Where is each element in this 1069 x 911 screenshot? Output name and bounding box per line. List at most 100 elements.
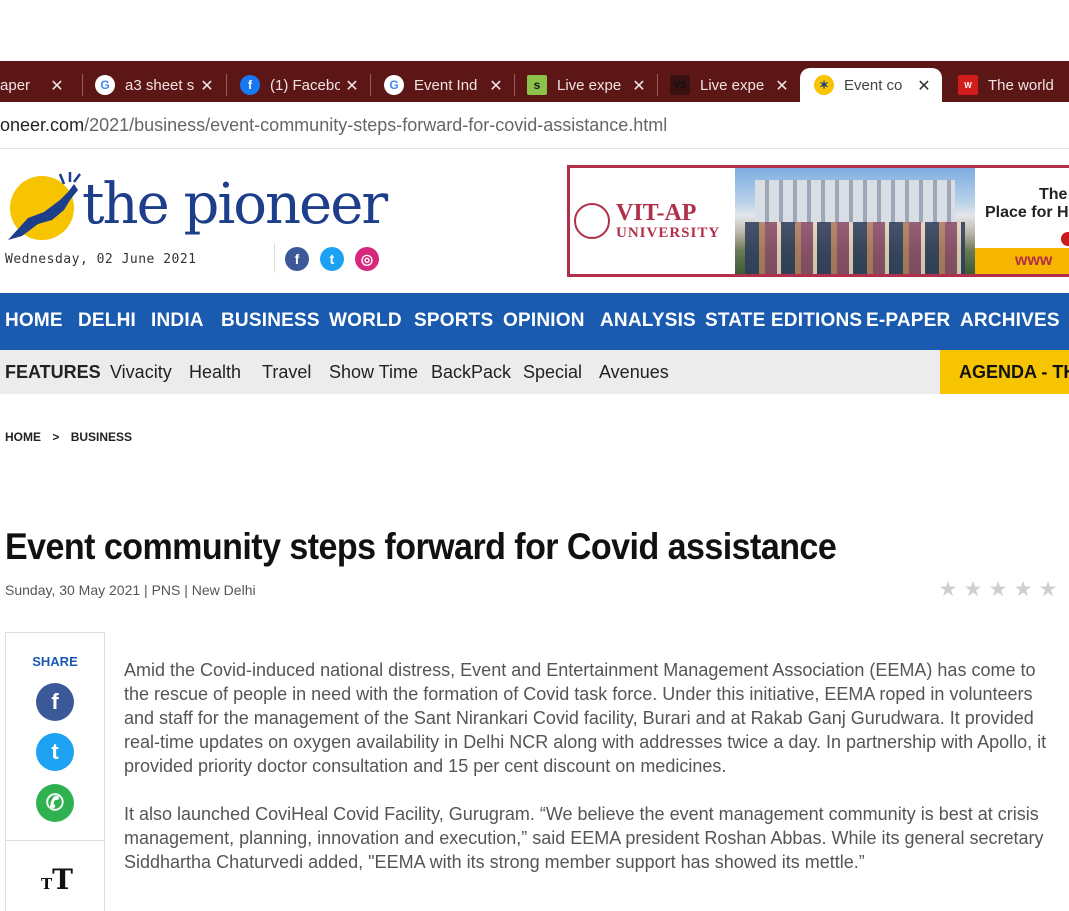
article-paragraph: Amid the Covid-induced national distress…	[124, 660, 1047, 776]
url-text[interactable]: pioneer.com/2021/business/event-communit…	[0, 115, 667, 136]
browser-tab[interactable]: W The world	[958, 68, 1069, 102]
browser-tab[interactable]: Paper Size ✕	[0, 68, 75, 102]
star-icon[interactable]: ★	[963, 579, 983, 600]
nav-analysis[interactable]: ANALYSIS	[600, 310, 696, 332]
tab-separator	[514, 74, 515, 96]
google-icon: G	[384, 75, 404, 95]
facebook-icon[interactable]: f	[285, 247, 309, 271]
text-size-button[interactable]: TT	[41, 863, 73, 896]
star-icon[interactable]: ★	[938, 579, 958, 600]
ad-tagline-line1: The	[1039, 186, 1068, 203]
share-panel: SHARE f t ✆ TT	[5, 632, 105, 911]
tab-separator	[226, 74, 227, 96]
browser-tab-active[interactable]: ✶ Event co ✕	[800, 68, 942, 102]
browser-tab[interactable]: G Event Ind ✕	[384, 68, 514, 102]
current-date: Wednesday, 02 June 2021	[5, 252, 197, 267]
close-icon[interactable]: ✕	[49, 76, 65, 96]
tab-separator	[370, 74, 371, 96]
star-icon[interactable]: ★	[1038, 579, 1058, 600]
google-icon: G	[95, 75, 115, 95]
share-label: SHARE	[32, 654, 78, 669]
subnav-travel[interactable]: Travel	[262, 362, 311, 383]
twitter-icon[interactable]: t	[320, 247, 344, 271]
advertisement-banner[interactable]: VIT-AP UNIVERSITY The Place for H www	[567, 165, 1069, 277]
deer-icon	[8, 172, 81, 240]
ad-photo-students	[745, 222, 965, 274]
subnav-show-time[interactable]: Show Time	[329, 362, 418, 383]
text-size-big-icon: T	[52, 863, 74, 896]
subnav-avenues[interactable]: Avenues	[599, 362, 669, 383]
s-logo-icon: s	[527, 75, 547, 95]
share-whatsapp-icon[interactable]: ✆	[36, 784, 74, 822]
browser-tab[interactable]: f (1) Facebo ✕	[240, 68, 370, 102]
university-seal-icon	[574, 203, 610, 239]
ad-photo	[735, 168, 975, 274]
nav-state-editions[interactable]: STATE EDITIONS	[705, 310, 862, 332]
breadcrumb: HOME > BUSINESS	[5, 430, 140, 444]
subnav-special[interactable]: Special	[523, 362, 582, 383]
subnav-vivacity[interactable]: Vivacity	[110, 362, 172, 383]
divider	[274, 243, 275, 273]
share-twitter-icon[interactable]: t	[36, 733, 74, 771]
browser-tab[interactable]: G a3 sheet s ✕	[95, 68, 225, 102]
breadcrumb-home[interactable]: HOME	[5, 430, 41, 444]
tab-title: a3 sheet s	[125, 76, 195, 94]
star-icon[interactable]: ★	[1013, 579, 1033, 600]
browser-tab[interactable]: s Live expe ✕	[527, 68, 657, 102]
close-icon[interactable]: ✕	[631, 76, 647, 96]
tab-title: Event co	[844, 76, 903, 94]
url-path: /2021/business/event-community-steps-for…	[84, 115, 668, 135]
agenda-label: AGENDA - THE	[959, 362, 1069, 382]
tab-title: Live expe	[557, 76, 622, 94]
article-headline: Event community steps forward for Covid …	[5, 526, 837, 567]
text-size-small-icon: T	[41, 875, 53, 893]
close-icon[interactable]: ✕	[916, 76, 932, 96]
address-bar[interactable]: pioneer.com/2021/business/event-communit…	[0, 102, 1069, 149]
url-host: pioneer.com	[0, 115, 85, 135]
article-byline: Sunday, 30 May 2021 | PNS | New Delhi	[5, 582, 256, 598]
nav-delhi[interactable]: DELHI	[78, 310, 136, 332]
nav-home[interactable]: HOME	[5, 310, 63, 332]
ad-brand-line2: UNIVERSITY	[616, 225, 721, 241]
star-rating[interactable]: ★ ★ ★ ★ ★	[938, 579, 1058, 600]
agenda-banner[interactable]: AGENDA - THE	[940, 350, 1069, 394]
nav-opinion[interactable]: OPINION	[503, 310, 585, 332]
nav-world[interactable]: WORLD	[329, 310, 402, 332]
star-icon[interactable]: ★	[988, 579, 1008, 600]
site-logo[interactable]: the pioneer	[4, 170, 388, 250]
ad-brand-line1: VIT-AP	[616, 200, 697, 226]
browser-tab[interactable]: VS Live expe ✕	[670, 68, 800, 102]
the-week-icon: W	[958, 75, 978, 95]
tab-title: Event Ind	[414, 76, 478, 94]
logo-wordmark: the pioneer	[82, 172, 388, 237]
breadcrumb-business[interactable]: BUSINESS	[71, 430, 132, 444]
article-body: Amid the Covid-induced national distress…	[124, 658, 1064, 898]
tab-separator	[657, 74, 658, 96]
nav-india[interactable]: INDIA	[151, 310, 204, 332]
subnav-backpack[interactable]: BackPack	[431, 362, 511, 383]
vs-logo-icon: VS	[670, 75, 690, 95]
share-facebook-icon[interactable]: f	[36, 683, 74, 721]
close-icon[interactable]: ✕	[774, 76, 790, 96]
ad-arrow-icon	[1061, 232, 1069, 246]
close-icon[interactable]: ✕	[199, 76, 215, 96]
nav-sports[interactable]: SPORTS	[414, 310, 493, 332]
ad-tagline-block: The Place for H www	[975, 168, 1069, 274]
ad-photo-building	[755, 180, 955, 224]
close-icon[interactable]: ✕	[344, 76, 360, 96]
nav-archives[interactable]: ARCHIVES	[960, 310, 1060, 332]
sub-nav: FEATURES Vivacity Health Travel Show Tim…	[0, 350, 1069, 394]
tab-title: Live expe	[700, 76, 765, 94]
subnav-features[interactable]: FEATURES	[5, 362, 101, 383]
instagram-icon[interactable]: ◎	[355, 247, 379, 271]
tab-title: Paper Size	[0, 76, 30, 94]
ad-url-bar: www	[975, 248, 1069, 274]
article-paragraph: It also launched CoviHeal Covid Facility…	[124, 804, 1044, 872]
ad-url: www	[1015, 252, 1053, 269]
facebook-icon: f	[240, 75, 260, 95]
tab-title: (1) Facebo	[270, 76, 340, 94]
close-icon[interactable]: ✕	[488, 76, 504, 96]
nav-business[interactable]: BUSINESS	[221, 310, 320, 332]
subnav-health[interactable]: Health	[189, 362, 241, 383]
nav-e-paper[interactable]: E-PAPER	[866, 310, 950, 332]
